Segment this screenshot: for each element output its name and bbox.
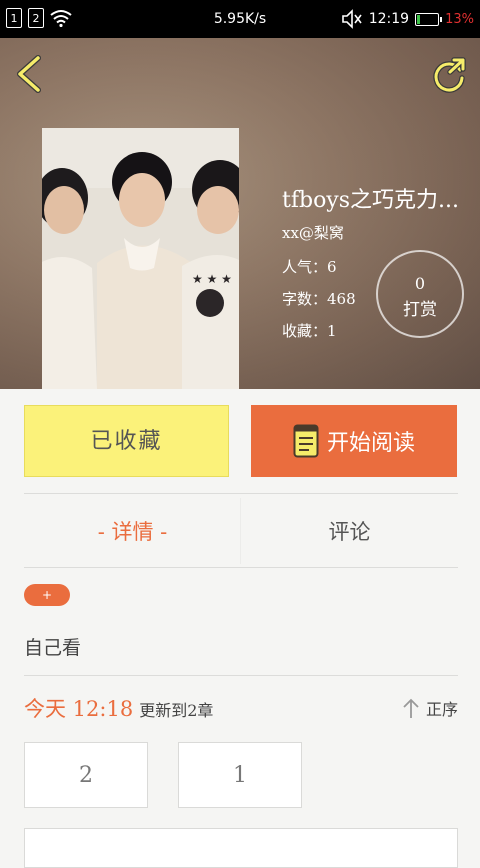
sort-label: 正序 [425,700,458,719]
tab-details[interactable]: - 详情 - [24,516,241,546]
tip-count: 0 [414,274,426,293]
word-count: 字数：468 [282,290,356,308]
book-header: ★ ★ ★ tfboys之巧克力... xx@梨窝 人气：6 字数：468 收藏… [0,38,480,389]
divider [24,567,458,568]
refresh-icon[interactable] [430,56,468,94]
battery-icon [415,12,443,26]
tip-button[interactable]: 0 打赏 [376,250,464,338]
sort-order-button[interactable]: 正序 [402,696,458,720]
chapter-item[interactable]: 2 [24,742,148,808]
divider [24,493,458,494]
start-reading-label: 开始阅读 [326,431,415,456]
book-title: tfboys之巧克力... [282,188,460,213]
book-description: 自己看 [24,637,82,659]
divider [24,675,458,676]
status-bar: 1 2 5.95K/s 12:19 13% [0,0,480,38]
book-author: xx@梨窝 [282,224,344,242]
battery-percent: 13% [445,11,474,27]
arrow-up-icon [403,698,419,718]
svg-text:★ ★ ★: ★ ★ ★ [192,272,232,286]
back-icon[interactable] [12,54,48,94]
update-text: 更新到2章 [139,701,214,720]
popularity: 人气：6 [282,258,337,276]
favorites-count: 收藏：1 [282,322,337,340]
mute-icon [341,9,362,29]
update-info: 今天 12:18 更新到2章 [24,693,213,723]
add-tag-button[interactable]: + [24,584,70,606]
chapter-item[interactable]: 1 [178,742,302,808]
book-cover-image[interactable]: ★ ★ ★ [42,128,239,389]
clock: 12:19 [368,11,410,27]
start-reading-button[interactable]: 开始阅读 [251,405,457,477]
tip-label: 打赏 [403,300,437,320]
content-card [24,828,458,868]
book-icon [293,424,319,458]
favorited-button[interactable]: 已收藏 [24,405,229,477]
favorited-label: 已收藏 [90,429,163,454]
tab-comments[interactable]: 评论 [241,516,458,546]
update-time: 今天 12:18 [24,697,134,721]
